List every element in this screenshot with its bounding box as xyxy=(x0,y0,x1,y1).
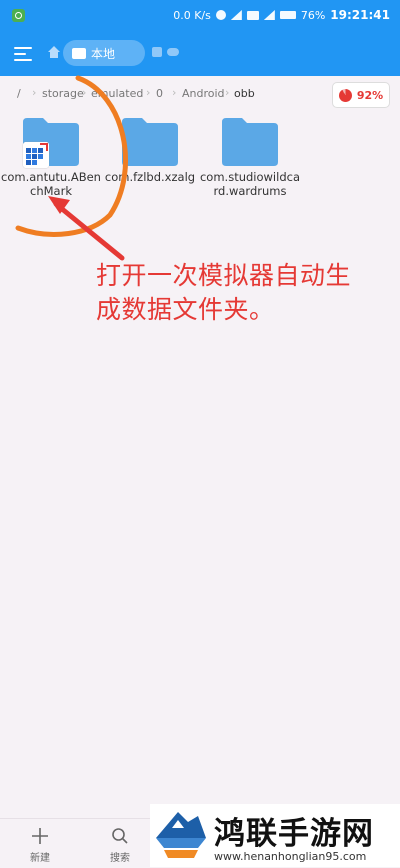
watermark-url: www.henanhonglian95.com xyxy=(214,850,367,863)
chevron-right-icon: › xyxy=(146,86,151,99)
annotation-text: 打开一次模拟器自动生成数据文件夹。 xyxy=(96,261,352,324)
folder-name: com.antutu.ABenchMark xyxy=(1,170,101,198)
breadcrumb-obb[interactable]: obb xyxy=(234,87,255,100)
breadcrumb-0[interactable]: 0 xyxy=(156,87,163,100)
tab-local[interactable]: 本地 xyxy=(63,40,145,66)
folder-name: com.fzlbd.xzalg xyxy=(104,170,196,184)
notification-app-icon xyxy=(12,9,25,22)
status-bar: 0.0 K/s 76% 19:21:41 xyxy=(0,0,400,32)
folder-item[interactable]: com.antutu.ABenchMark xyxy=(0,118,102,198)
breadcrumb-android[interactable]: Android xyxy=(182,87,225,100)
storage-pie-icon xyxy=(338,88,352,102)
chevron-right-icon: › xyxy=(82,86,87,99)
toolbar: 本地 xyxy=(0,32,400,76)
folder-item[interactable]: com.studiowildcard.wardrums xyxy=(199,118,301,198)
chevron-right-icon: › xyxy=(225,86,230,99)
signal-icon xyxy=(263,10,275,20)
folder-icon xyxy=(122,118,178,166)
phone-storage-icon xyxy=(72,47,86,59)
breadcrumb-storage[interactable]: storage xyxy=(42,87,84,100)
battery-percent: 76% xyxy=(300,8,326,22)
window-icon[interactable] xyxy=(152,47,162,57)
new-button[interactable]: 新建 xyxy=(20,823,60,864)
breadcrumb-emulated[interactable]: emulated xyxy=(91,87,143,100)
search-button[interactable]: 搜索 xyxy=(100,823,140,864)
annotation-arrow xyxy=(53,201,125,261)
plus-icon xyxy=(32,828,48,844)
chevron-right-icon: › xyxy=(172,86,177,99)
chevron-right-icon: › xyxy=(32,86,37,99)
folder-icon xyxy=(222,118,278,166)
battery-icon xyxy=(279,11,296,19)
breadcrumb: / › storage › emulated › 0 › Android › o… xyxy=(0,82,330,106)
search-icon xyxy=(112,828,128,844)
search-label: 搜索 xyxy=(110,853,130,864)
status-right: 0.0 K/s 76% 19:21:41 xyxy=(173,8,390,22)
network-speed: 0.0 K/s xyxy=(173,8,211,22)
storage-usage-badge[interactable]: 92% xyxy=(332,82,390,108)
antutu-app-icon xyxy=(23,142,49,168)
breadcrumb-root[interactable]: / xyxy=(17,87,21,100)
folder-item[interactable]: com.fzlbd.xzalg xyxy=(99,118,201,184)
alarm-icon xyxy=(215,10,226,20)
folder-name: com.studiowildcard.wardrums xyxy=(199,170,300,198)
hd-icon xyxy=(246,10,259,20)
home-icon[interactable] xyxy=(48,46,60,58)
wifi-icon xyxy=(230,10,242,20)
clock-time: 19:21:41 xyxy=(330,8,390,22)
watermark-title: 鸿联手游网 xyxy=(214,816,374,852)
storage-percent: 92% xyxy=(356,88,384,102)
watermark: 鸿联手游网 www.henanhonglian95.com xyxy=(150,804,400,867)
tab-local-label: 本地 xyxy=(91,46,116,61)
site-logo-icon xyxy=(156,812,206,858)
cloud-icon[interactable] xyxy=(167,48,179,56)
annotation-arrowhead xyxy=(48,196,70,214)
menu-icon[interactable] xyxy=(14,44,32,62)
new-label: 新建 xyxy=(30,853,50,864)
